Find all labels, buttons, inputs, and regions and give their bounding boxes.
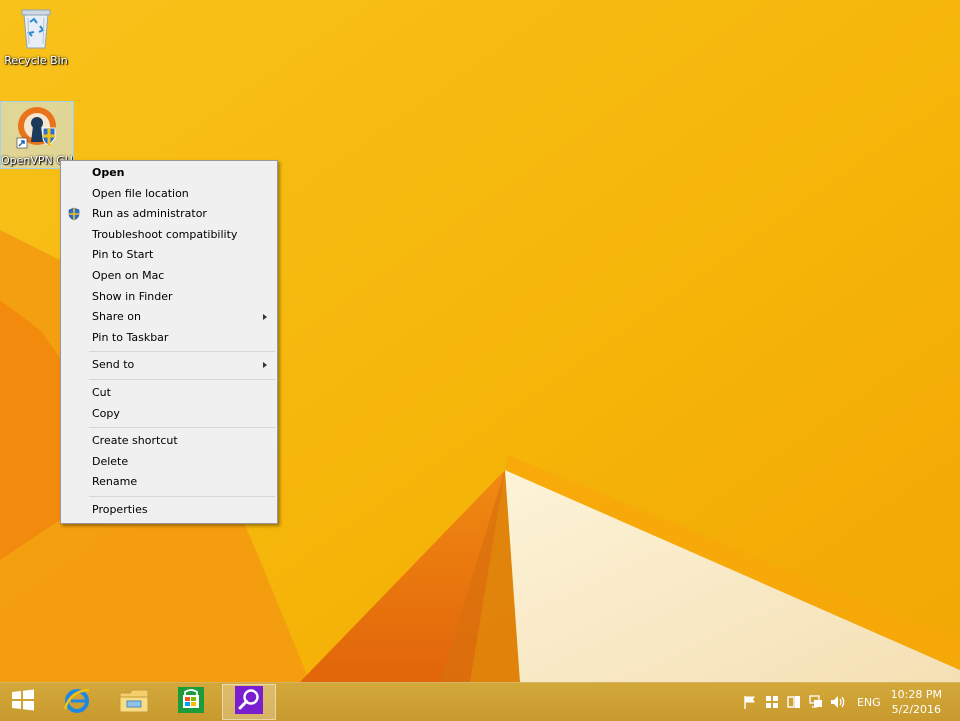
taskbar-search-app[interactable] [222,684,276,720]
device-tray-icon[interactable] [783,691,805,713]
menu-item-open-file-location[interactable]: Open file location [61,184,277,205]
menu-item-open[interactable]: Open [61,163,277,184]
taskbar: ENG 10:28 PM 5/2/2016 [0,682,960,721]
clock[interactable]: 10:28 PM 5/2/2016 [891,687,942,717]
menu-item-share-on[interactable]: Share on [61,307,277,328]
menu-item-open-on-mac[interactable]: Open on Mac [61,266,277,287]
windows-tray-icon[interactable] [761,691,783,713]
menu-item-delete[interactable]: Delete [61,452,277,473]
desktop[interactable]: Recycle Bin OpenVPN GUI Open Open file l… [0,0,960,682]
taskbar-internet-explorer[interactable] [50,684,104,720]
search-icon [234,685,264,719]
clock-date: 5/2/2016 [891,703,942,716]
taskbar-file-explorer[interactable] [107,684,161,720]
menu-item-rename[interactable]: Rename [61,472,277,493]
menu-item-show-in-finder[interactable]: Show in Finder [61,287,277,308]
recycle-bin-icon [12,4,60,52]
start-button[interactable] [0,684,46,720]
volume-icon[interactable] [827,691,849,713]
menu-separator [89,378,275,380]
clock-time: 10:28 PM [890,688,942,701]
openvpn-icon [13,104,61,152]
system-tray: ENG 10:28 PM 5/2/2016 [739,683,960,721]
menu-separator [89,495,275,497]
menu-item-send-to[interactable]: Send to [61,355,277,376]
menu-item-copy[interactable]: Copy [61,404,277,425]
menu-item-troubleshoot-compatibility[interactable]: Troubleshoot compatibility [61,225,277,246]
menu-item-properties[interactable]: Properties [61,500,277,521]
action-center-flag-icon[interactable] [739,691,761,713]
uac-shield-icon [67,207,81,221]
menu-item-pin-to-start[interactable]: Pin to Start [61,245,277,266]
network-tray-icon[interactable] [805,691,827,713]
input-language-indicator[interactable]: ENG [857,696,881,709]
menu-item-create-shortcut[interactable]: Create shortcut [61,431,277,452]
internet-explorer-icon [62,685,92,719]
menu-separator [89,427,275,429]
taskbar-store[interactable] [164,684,218,720]
file-explorer-icon [118,685,150,719]
menu-item-run-as-administrator[interactable]: Run as administrator [61,204,277,225]
menu-item-cut[interactable]: Cut [61,383,277,404]
context-menu: Open Open file location Run as administr… [60,160,278,524]
desktop-icon-label: Recycle Bin [4,54,68,67]
openvpn-gui-desktop-icon[interactable]: OpenVPN GUI [0,101,74,169]
windows-start-icon [11,688,35,716]
submenu-arrow-icon [263,314,267,321]
store-icon [177,686,205,718]
menu-item-pin-to-taskbar[interactable]: Pin to Taskbar [61,328,277,349]
recycle-bin-desktop-icon[interactable]: Recycle Bin [0,4,72,67]
menu-separator [89,351,275,353]
submenu-arrow-icon [263,362,267,369]
